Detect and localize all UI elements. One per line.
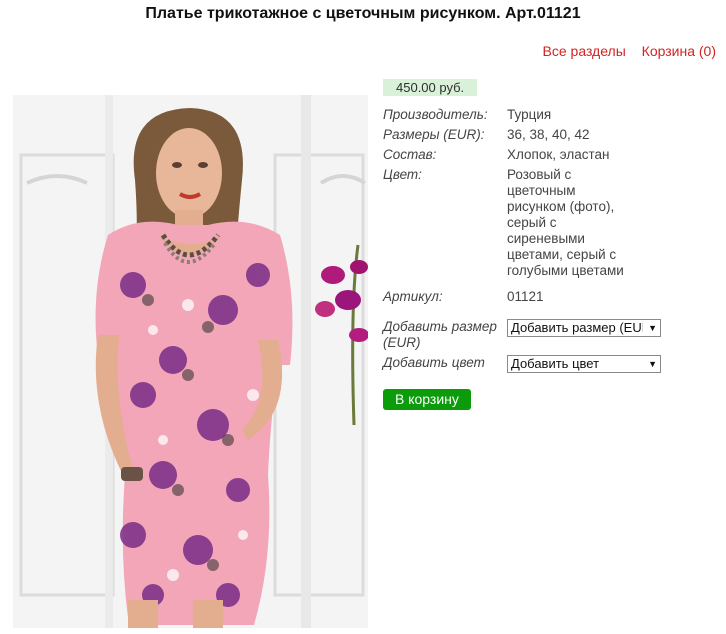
add-color-label: Добавить цвет: [383, 355, 485, 370]
spec-value: Турция: [507, 107, 552, 122]
dropdown-arrow-icon: ▼: [648, 323, 657, 333]
dress-photo-illustration: [13, 95, 368, 628]
spec-value: Хлопок, эластан: [507, 147, 610, 162]
spec-value: 01121: [507, 289, 544, 304]
spec-label: Состав:: [383, 147, 437, 162]
add-size-label: Добавить размер (EUR): [383, 319, 497, 350]
add-size-row: Добавить размер (EUR) Добавить размер (E…: [383, 319, 713, 351]
size-select[interactable]: Добавить размер (EUR) ▼: [507, 319, 661, 337]
page-title: Платье трикотажное с цветочным рисунком.…: [145, 5, 581, 22]
all-sections-link[interactable]: Все разделы: [543, 43, 626, 59]
cart-link[interactable]: Корзина (0): [642, 43, 716, 59]
spec-row-composition: Состав: Хлопок, эластан: [383, 147, 713, 163]
dropdown-arrow-icon: ▼: [648, 359, 657, 369]
price-badge: 450.00 руб.: [383, 79, 478, 96]
product-photo[interactable]: [13, 95, 368, 628]
add-to-cart-button[interactable]: В корзину: [383, 389, 471, 410]
spec-label: Размеры (EUR):: [383, 127, 485, 142]
top-nav: Все разделы Корзина (0): [531, 43, 716, 59]
spec-value: Розовый с цветочным рисунком (фото), сер…: [507, 167, 624, 278]
spec-label: Цвет:: [383, 167, 422, 182]
product-details: 450.00 руб. Производитель: Турция Размер…: [383, 79, 713, 410]
size-select-value: Добавить размер (EUR): [511, 320, 643, 335]
spec-row-sizes: Размеры (EUR): 36, 38, 40, 42: [383, 127, 713, 143]
spec-value: 36, 38, 40, 42: [507, 127, 590, 142]
spec-label: Производитель:: [383, 107, 488, 122]
color-select-value: Добавить цвет: [511, 356, 600, 371]
spec-label: Артикул:: [383, 289, 443, 304]
spec-row-color: Цвет: Розовый с цветочным рисунком (фото…: [383, 167, 713, 279]
spec-row-article: Артикул: 01121: [383, 289, 713, 305]
spec-row-manufacturer: Производитель: Турция: [383, 107, 713, 123]
color-select[interactable]: Добавить цвет ▼: [507, 355, 661, 373]
add-color-row: Добавить цвет Добавить цвет ▼: [383, 355, 713, 373]
